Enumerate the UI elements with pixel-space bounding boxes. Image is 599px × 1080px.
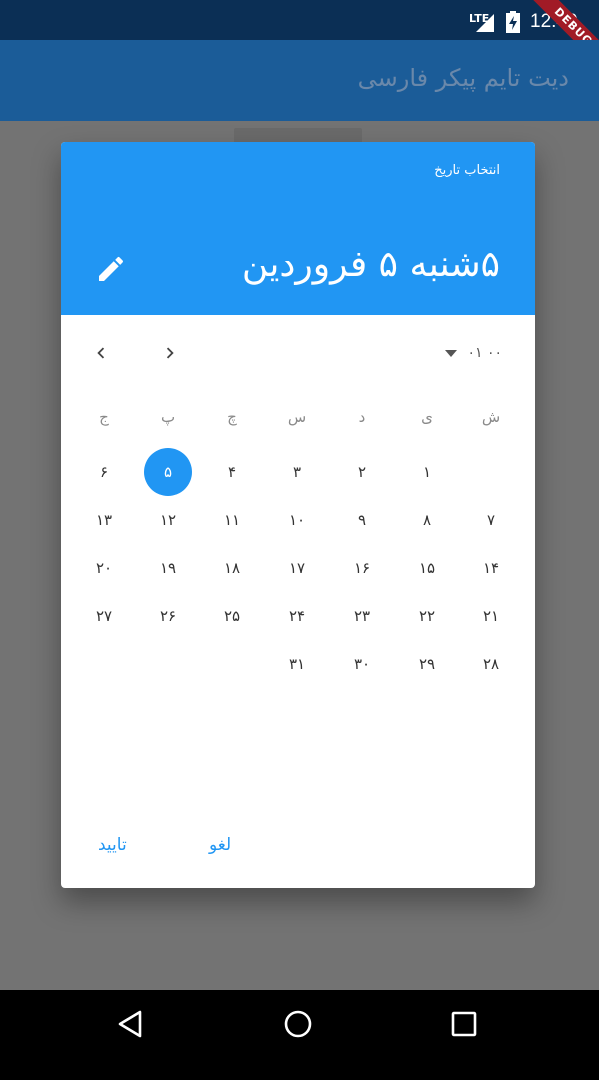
weekday-header: پ (160, 408, 176, 426)
calendar-day[interactable]: ۸ (403, 496, 451, 544)
signal-icon (476, 14, 494, 32)
dialog-header: انتخاب تاریخ ۵شنبه ۵ فروردین (61, 142, 535, 315)
weekday-header: ج (99, 408, 109, 426)
calendar-day[interactable]: ۱۷ (273, 544, 321, 592)
calendar-day[interactable]: ۲۹ (403, 640, 451, 688)
battery-charging-icon (506, 11, 520, 33)
calendar-day[interactable]: ۱۹ (144, 544, 192, 592)
calendar-day[interactable]: ۱۸ (208, 544, 256, 592)
calendar-day[interactable]: ۲۴ (273, 592, 321, 640)
weekday-header: د (358, 408, 366, 426)
calendar-day[interactable]: ۱۰ (273, 496, 321, 544)
calendar-day[interactable]: ۲۱ (467, 592, 515, 640)
chevron-left-icon[interactable] (90, 342, 112, 364)
calendar-day[interactable]: ۳۰ (338, 640, 386, 688)
cancel-button[interactable]: لغو (209, 835, 231, 855)
pencil-icon[interactable] (95, 253, 127, 285)
calendar-day[interactable]: ۱۲ (144, 496, 192, 544)
recents-square-icon[interactable] (450, 1010, 478, 1038)
help-text: انتخاب تاریخ (434, 163, 500, 178)
calendar-day[interactable]: ۳ (273, 448, 321, 496)
selected-date-text: ۵شنبه ۵ فروردین (241, 244, 500, 285)
calendar-day[interactable]: ۱۵ (403, 544, 451, 592)
date-picker-dialog: انتخاب تاریخ ۵شنبه ۵ فروردین ۰۰ ۰۱ ش ی د… (61, 142, 535, 888)
calendar-day[interactable]: ۱۴ (467, 544, 515, 592)
calendar-day[interactable]: ۲۵ (208, 592, 256, 640)
calendar-day[interactable]: ۳۱ (273, 640, 321, 688)
weekday-header: چ (227, 408, 237, 426)
calendar-day[interactable]: ۴ (208, 448, 256, 496)
calendar-day[interactable]: ۲۷ (80, 592, 128, 640)
weekday-header: ش (481, 408, 501, 426)
weekday-header: س (287, 408, 307, 426)
calendar-day[interactable]: ۲۲ (403, 592, 451, 640)
calendar-day[interactable]: ۲۳ (338, 592, 386, 640)
calendar-day[interactable]: ۹ (338, 496, 386, 544)
app-title: دیت تایم پیکر فارسی (357, 64, 569, 92)
calendar-day[interactable]: ۱۶ (338, 544, 386, 592)
calendar-day[interactable]: ۷ (467, 496, 515, 544)
calendar-day[interactable]: ۱۱ (208, 496, 256, 544)
calendar-day[interactable]: ۲ (338, 448, 386, 496)
confirm-button[interactable]: تایید (98, 835, 127, 855)
weekday-header: ی (421, 408, 433, 426)
caret-down-icon (445, 349, 458, 357)
calendar-day-selected[interactable]: ۵ (144, 448, 192, 496)
calendar-day[interactable]: ۲۰ (80, 544, 128, 592)
calendar-day[interactable]: ۲۸ (467, 640, 515, 688)
year-dropdown[interactable]: ۰۰ ۰۱ (445, 342, 502, 364)
month-navigation: ۰۰ ۰۱ (61, 332, 535, 372)
calendar-day[interactable]: ۱ (403, 448, 451, 496)
calendar-day[interactable]: ۶ (80, 448, 128, 496)
calendar-day[interactable]: ۲۶ (144, 592, 192, 640)
back-triangle-icon[interactable] (116, 1009, 146, 1039)
home-circle-icon[interactable] (282, 1008, 314, 1040)
chevron-right-icon[interactable] (159, 342, 181, 364)
calendar-day[interactable]: ۱۳ (80, 496, 128, 544)
year-dropdown-value: ۰۰ ۰۱ (467, 345, 502, 361)
